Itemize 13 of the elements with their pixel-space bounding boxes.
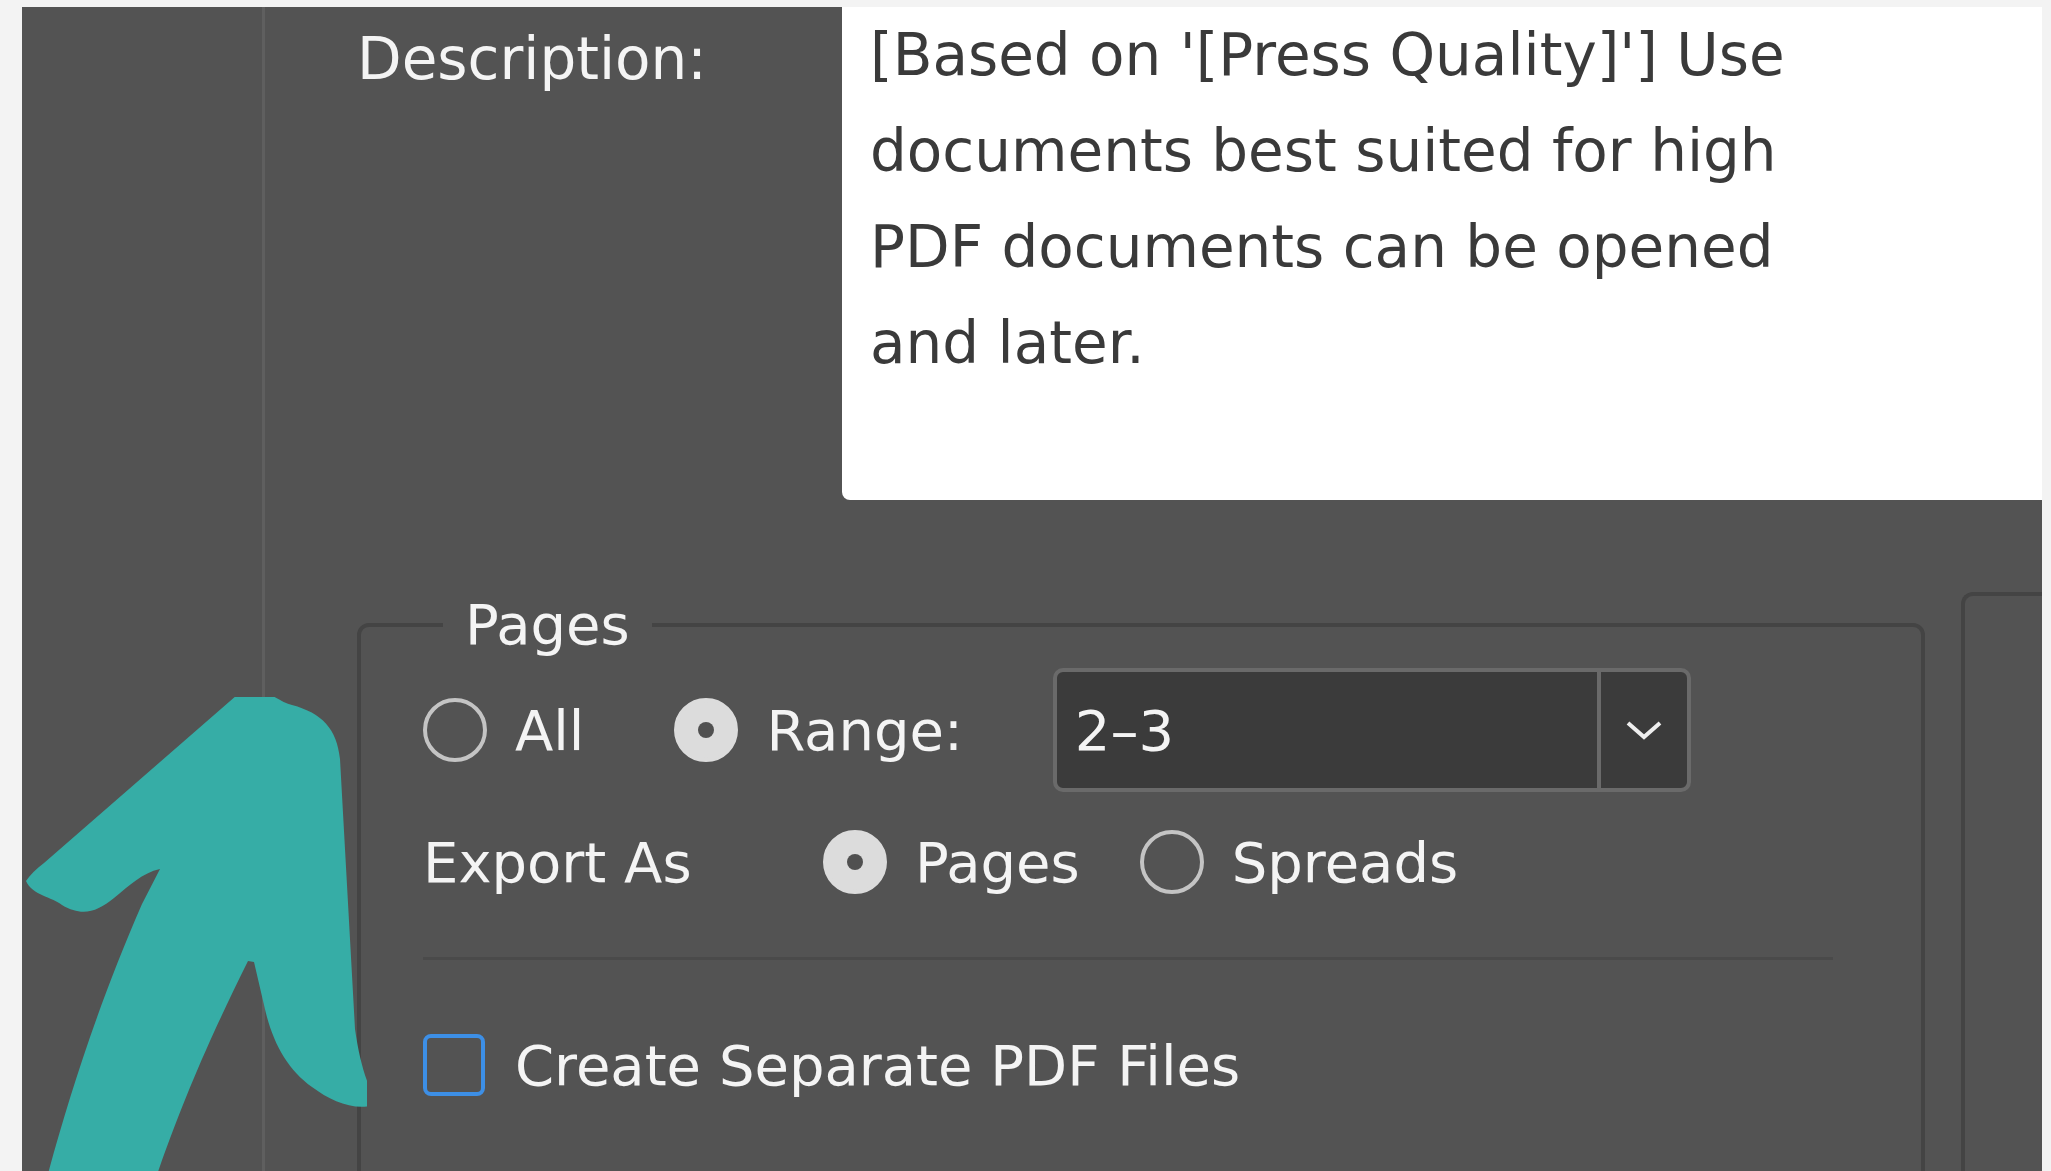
checkbox[interactable] — [423, 1034, 485, 1096]
radio-button[interactable] — [423, 698, 487, 762]
radio-label[interactable]: All — [515, 697, 585, 763]
export-as-label: Export As — [423, 829, 693, 895]
checkbox-label[interactable]: Create Separate PDF Files — [515, 1032, 1241, 1098]
radio-label[interactable]: Range: — [766, 697, 963, 763]
radio-label[interactable]: Pages — [915, 829, 1080, 895]
radio-button[interactable] — [1139, 830, 1204, 894]
pages-group-title: Pages — [464, 592, 631, 657]
range-dropdown[interactable]: 2–3 — [1052, 668, 1691, 792]
description-field[interactable]: [Based on '[Press Quality]'] Use documents best suited for high PDF documents can be opened and later. — [842, 7, 2042, 500]
description-label: Description: — [357, 24, 708, 93]
radio-label[interactable]: Spreads — [1231, 829, 1459, 895]
